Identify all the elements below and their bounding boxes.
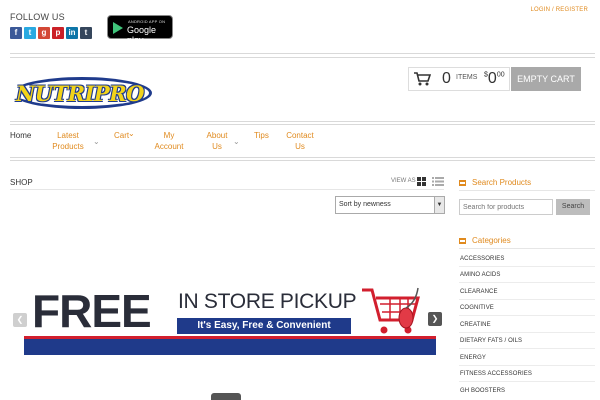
main-nav: Home Latest Products ⌄ Cart ⌄ My Account… — [0, 125, 600, 157]
search-input[interactable] — [459, 199, 553, 215]
list-view-icon[interactable] — [432, 177, 444, 186]
nav-my-account[interactable]: My Account — [154, 130, 184, 152]
badge-small-text: ANDROID APP ON — [128, 19, 166, 24]
cart-total-cents: 00 — [496, 71, 505, 79]
pinterest-icon[interactable]: p — [52, 27, 64, 39]
badge-big-text: Google play — [127, 25, 157, 45]
minus-square-icon — [459, 179, 466, 186]
nav-about-us[interactable]: About Us — [206, 130, 228, 152]
nav-contact-label-2: Us — [295, 142, 305, 151]
search-products-heading: Search Products — [459, 178, 531, 187]
page-title: SHOP — [10, 178, 33, 187]
nav-about-label-2: Us — [212, 142, 222, 151]
category-item[interactable]: COGNITIVE — [460, 305, 494, 311]
twitter-icon[interactable]: t — [24, 27, 36, 39]
shopping-cart-mouse-icon — [362, 287, 420, 334]
cart-total-value: 0 — [487, 70, 497, 87]
category-item[interactable]: CLEARANCE — [460, 289, 498, 295]
social-links: f t g p in t — [10, 27, 92, 39]
banner-subtitle: It's Easy, Free & Convenient — [177, 318, 351, 334]
nav-contact-label-1: Contact — [286, 131, 314, 140]
categories-heading: Categories — [459, 236, 511, 245]
nav-account-label-1: My — [163, 131, 175, 140]
empty-cart-button[interactable]: EMPTY CART — [511, 67, 581, 91]
banner-blue-stripe — [24, 339, 436, 355]
categories-heading-text: Categories — [472, 236, 511, 245]
divider — [459, 381, 595, 382]
divider — [459, 282, 595, 283]
chevron-down-icon[interactable]: ⌄ — [233, 137, 240, 146]
category-item[interactable]: ACCESSORIES — [460, 256, 504, 262]
nav-tips[interactable]: Tips — [254, 130, 269, 141]
divider — [10, 53, 595, 58]
shopping-cart-icon — [414, 72, 431, 86]
facebook-icon[interactable]: f — [10, 27, 22, 39]
category-item[interactable]: AMINO ACIDS — [460, 272, 500, 278]
divider — [459, 248, 595, 249]
category-item[interactable]: FITNESS ACCESSORIES — [460, 371, 532, 377]
view-as-label: VIEW AS — [391, 178, 416, 184]
divider — [459, 190, 595, 191]
divider — [459, 299, 595, 300]
divider — [459, 365, 595, 366]
sort-select[interactable]: Sort by newness ▼ — [335, 196, 445, 214]
cart-items-label: ITEMS — [456, 74, 478, 81]
banner-headline: IN STORE PICKUP — [178, 290, 357, 313]
follow-us-label: FOLLOW US — [10, 12, 65, 22]
nav-latest-label-1: Latest — [57, 131, 79, 140]
nav-contact-us[interactable]: Contact Us — [286, 130, 314, 152]
divider — [10, 157, 595, 161]
nav-about-label-1: About — [206, 131, 228, 140]
divider — [459, 348, 595, 349]
category-item[interactable]: DIETARY FATS / OILS — [460, 338, 522, 344]
sort-selected-value: Sort by newness — [339, 201, 391, 208]
cart-total: $000 — [484, 70, 505, 88]
login-register-link[interactable]: LOGIN / REGISTER — [530, 7, 588, 13]
carousel-prev-button[interactable]: ❮ — [13, 313, 27, 327]
chevron-down-icon[interactable]: ⌄ — [128, 128, 135, 139]
search-products-heading-text: Search Products — [472, 178, 532, 187]
nav-account-label-2: Account — [154, 142, 184, 151]
divider — [459, 332, 595, 333]
dropdown-arrow-icon: ▼ — [434, 197, 444, 213]
grid-view-icon[interactable] — [417, 177, 426, 186]
logo-text: NUTRIPRO — [16, 81, 144, 106]
banner-free-text: FREE — [32, 285, 152, 337]
nav-cart[interactable]: Cart — [114, 130, 129, 141]
site-logo[interactable]: NUTRIPRO — [12, 73, 152, 113]
nav-latest-products[interactable]: Latest Products — [52, 130, 84, 152]
category-item[interactable]: GH BOOSTERS — [460, 388, 505, 394]
divider — [459, 315, 595, 316]
nav-latest-label-2: Products — [52, 142, 84, 151]
divider — [459, 266, 595, 267]
nav-home[interactable]: Home — [10, 130, 31, 141]
google-plus-icon[interactable]: g — [38, 27, 50, 39]
category-item[interactable]: CREATINE — [460, 322, 491, 328]
carousel-next-button[interactable]: ❯ — [428, 312, 442, 326]
chevron-down-icon[interactable]: ⌄ — [93, 137, 100, 146]
cart-item-count: 0 — [442, 70, 451, 87]
tumblr-icon[interactable]: t — [80, 27, 92, 39]
search-button[interactable]: Search — [556, 199, 590, 215]
minus-square-icon — [459, 237, 466, 244]
divider — [10, 189, 444, 190]
google-play-badge[interactable]: ANDROID APP ON Google play — [107, 15, 173, 45]
carousel-dots[interactable] — [211, 393, 241, 400]
linkedin-icon[interactable]: in — [66, 27, 78, 39]
play-store-icon — [113, 22, 123, 34]
top-bar: FOLLOW US f t g p in t ANDROID APP ON Go… — [0, 0, 600, 56]
category-item[interactable]: ENERGY — [460, 355, 486, 361]
